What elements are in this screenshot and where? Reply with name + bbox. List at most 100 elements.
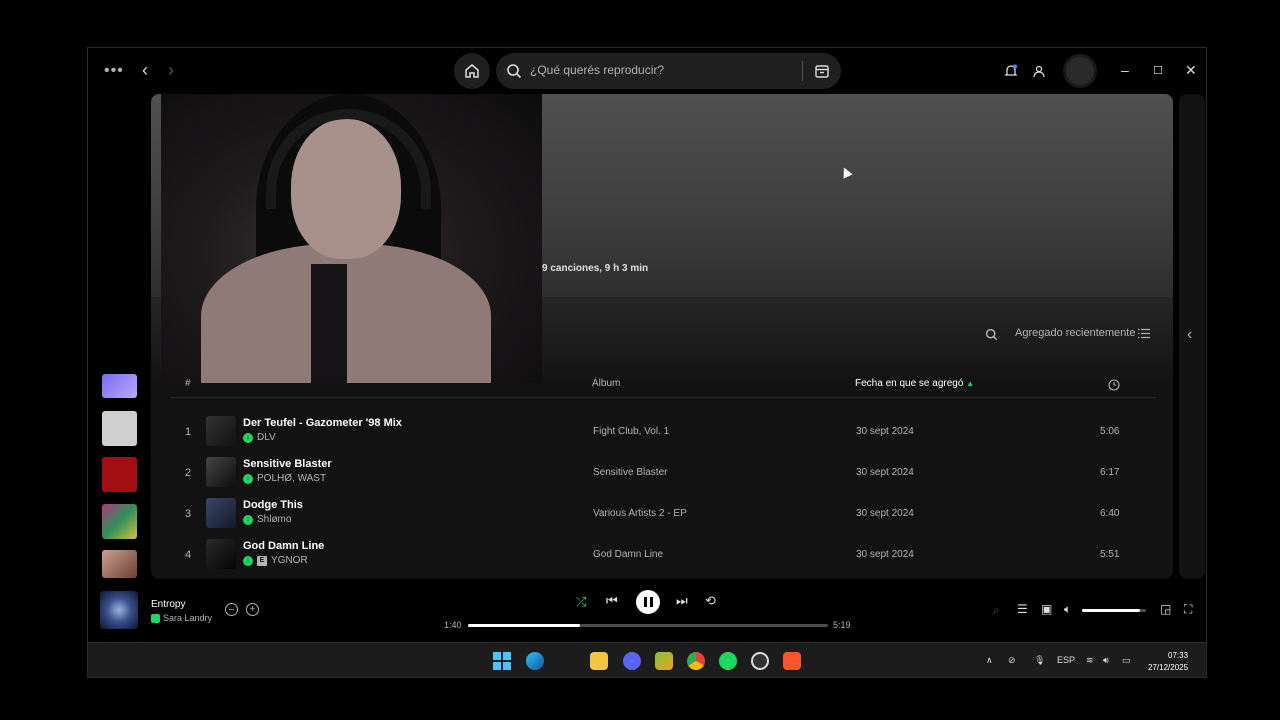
date-added-label: Fecha en que se agregó <box>855 378 964 389</box>
windows-logo-icon <box>493 652 511 670</box>
remove-icon[interactable]: – <box>225 603 238 616</box>
volume-icon[interactable]: 🔈︎ <box>1064 602 1071 617</box>
track-duration: 5:06 <box>1100 426 1120 437</box>
search-input[interactable]: ¿Qué querés reproducir? <box>530 63 664 77</box>
file-explorer-icon[interactable] <box>590 652 608 670</box>
connect-device-icon[interactable]: ▣ <box>1041 602 1052 616</box>
track-row[interactable]: 4 God Damn Line ↓ E YGNOR God Damn Line 30… <box>171 535 1156 576</box>
browse-icon[interactable] <box>814 63 830 79</box>
list-view-icon[interactable] <box>1138 328 1150 339</box>
queue-icon[interactable]: ☰ <box>1017 602 1028 616</box>
col-header-album[interactable]: Álbum <box>592 378 620 389</box>
sort-asc-icon: ▲ <box>966 379 975 388</box>
artist-link[interactable]: DLV <box>257 432 276 443</box>
now-playing-artist: Sara Landry <box>151 613 212 623</box>
lyrics-icon[interactable]: ⌕ <box>993 603 1000 618</box>
library-item[interactable] <box>102 504 137 539</box>
track-artist: ↓ DLV <box>243 432 276 443</box>
track-row[interactable]: 2 Sensitive Blaster ↓ POLHØ, WAST Sensiti… <box>171 453 1156 494</box>
sort-dropdown[interactable]: Agregado recientemente <box>1015 327 1135 339</box>
track-title[interactable]: Dodge This <box>243 499 303 511</box>
downloaded-icon: ↓ <box>243 555 253 566</box>
tray-overflow-icon[interactable]: ∧ <box>986 655 993 666</box>
library-item[interactable] <box>102 374 137 398</box>
taskbar: ∧ ⊘ 🎙︎ ESP ≋ 🔊︎ ▭ 07:33 27/12/2025 <box>88 642 1206 677</box>
discord-icon[interactable] <box>623 652 641 670</box>
more-options-icon[interactable]: ••• <box>104 62 124 80</box>
system-clock[interactable]: 07:33 27/12/2025 <box>1148 650 1188 674</box>
track-album[interactable]: Fight Club, Vol. 1 <box>593 426 669 437</box>
user-avatar[interactable] <box>1063 54 1097 88</box>
spotify-window: ••• ‹ › ¿Qué querés reproducir? – ☐ ✕ 9 … <box>87 47 1207 678</box>
artist-link[interactable]: Shlømo <box>257 514 291 525</box>
chrome-icon[interactable] <box>687 652 705 670</box>
wifi-icon[interactable]: ≋ <box>1086 655 1094 666</box>
microphone-icon[interactable]: 🎙︎ <box>1034 655 1045 666</box>
next-icon[interactable]: ⏭ <box>676 593 688 609</box>
track-cover <box>206 498 236 528</box>
smart-shuffle-icon[interactable]: ⤮ <box>576 594 586 610</box>
search-bar[interactable]: ¿Qué querés reproducir? <box>496 53 841 89</box>
brave-icon[interactable] <box>783 652 801 670</box>
track-date: 30 sept 2024 <box>856 508 914 519</box>
edge-icon[interactable] <box>526 652 544 670</box>
progress-bar[interactable] <box>468 624 828 627</box>
library-item[interactable] <box>102 550 137 578</box>
track-artist: ↓ E YGNOR <box>243 555 308 566</box>
pause-icon <box>643 597 647 607</box>
forward-icon[interactable]: › <box>168 60 174 81</box>
friend-activity-icon[interactable] <box>1032 64 1046 78</box>
app-stack-icon[interactable] <box>655 652 673 670</box>
now-playing-cover[interactable] <box>100 591 138 629</box>
now-playing-title[interactable]: Entropy <box>151 599 185 610</box>
repeat-icon[interactable]: ⟲ <box>705 593 716 609</box>
library-item[interactable] <box>102 411 137 446</box>
home-button[interactable] <box>454 53 490 89</box>
playlist-meta: 9 canciones, 9 h 3 min <box>542 263 649 274</box>
track-row[interactable]: 1 Der Teufel - Gazometer '98 Mix ↓ DLV Fi… <box>171 412 1156 453</box>
minimize-icon[interactable]: – <box>1121 62 1129 78</box>
artist-link[interactable]: POLHØ, WAST <box>257 473 326 484</box>
search-in-playlist-icon[interactable] <box>985 328 998 341</box>
mini-player-icon[interactable]: ◲ <box>1160 602 1171 616</box>
artist-link[interactable]: YGNOR <box>271 555 308 566</box>
search-icon <box>507 64 522 79</box>
library-item[interactable] <box>102 457 137 492</box>
speaker-icon[interactable]: 🔊︎ <box>1103 655 1109 666</box>
fullscreen-icon[interactable]: ⛶ <box>1184 602 1192 617</box>
track-album[interactable]: God Damn Line <box>593 549 663 560</box>
maximize-icon[interactable]: ☐ <box>1153 64 1163 77</box>
close-icon[interactable]: ✕ <box>1185 62 1197 79</box>
pause-button[interactable] <box>636 590 660 614</box>
windows-start-icon[interactable] <box>493 652 511 670</box>
downloaded-icon: ↓ <box>243 514 253 525</box>
spotify-icon[interactable] <box>719 652 737 670</box>
track-album[interactable]: Sensitive Blaster <box>593 467 667 478</box>
track-title[interactable]: Sensitive Blaster <box>243 458 332 470</box>
progress-fill <box>468 624 580 627</box>
notifications-icon[interactable] <box>1004 64 1018 78</box>
battery-icon[interactable]: ▭ <box>1122 655 1131 666</box>
track-cover <box>206 416 236 446</box>
previous-icon[interactable]: ⏮ <box>606 593 618 609</box>
back-icon[interactable]: ‹ <box>142 60 148 81</box>
track-title[interactable]: God Damn Line <box>243 540 324 552</box>
network-off-icon[interactable]: ⊘ <box>1008 655 1016 666</box>
search-divider <box>802 61 803 81</box>
language-indicator[interactable]: ESP <box>1057 655 1075 665</box>
add-icon[interactable]: + <box>246 603 259 616</box>
player-bar: Entropy Sara Landry – + ⤮ ⏮ ⏭ ⟲ 1:40 5:1… <box>88 582 1206 640</box>
col-header-date-added[interactable]: Fecha en que se agregó ▲ <box>855 378 974 389</box>
downloaded-icon <box>151 613 160 623</box>
right-panel-collapsed: ‹ <box>1179 94 1205 579</box>
track-row[interactable]: 3 Dodge This ↓ Shlømo Various Artists 2 -… <box>171 494 1156 535</box>
library-sidebar <box>88 94 152 579</box>
volume-slider[interactable] <box>1082 609 1146 612</box>
now-playing-artist-link[interactable]: Sara Landry <box>163 613 212 623</box>
obs-icon[interactable] <box>751 652 769 670</box>
track-artist: ↓ POLHØ, WAST <box>243 473 326 484</box>
expand-panel-icon[interactable]: ‹ <box>1187 326 1192 344</box>
top-bar: ••• ‹ › ¿Qué querés reproducir? – ☐ ✕ <box>88 48 1206 94</box>
track-album[interactable]: Various Artists 2 - EP <box>593 508 687 519</box>
track-title[interactable]: Der Teufel - Gazometer '98 Mix <box>243 417 402 429</box>
